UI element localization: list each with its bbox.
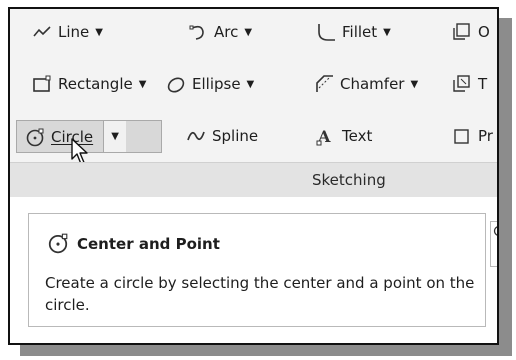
chamfer-tool-button[interactable]: Chamfer ▼ xyxy=(314,69,418,99)
project-label: Pr xyxy=(478,127,493,145)
text-tool-button[interactable]: A Text xyxy=(316,121,372,151)
rectangle-icon xyxy=(33,75,51,92)
chevron-down-icon: ▼ xyxy=(244,26,253,38)
trim-icon xyxy=(453,75,470,92)
chevron-down-icon: ▼ xyxy=(410,78,419,90)
text-icon: A xyxy=(316,127,331,146)
circle-icon xyxy=(48,233,68,254)
offset-icon xyxy=(453,23,470,40)
zoom-control-fragment[interactable] xyxy=(490,221,497,267)
panel-title-bar[interactable]: Sketching xyxy=(10,162,497,197)
panel-title: Sketching xyxy=(312,171,386,189)
ellipse-tool-button[interactable]: Ellipse ▼ xyxy=(166,69,254,99)
spline-label: Spline xyxy=(212,127,259,145)
screenshot-frame: Line ▼ Arc ▼ Fillet ▼ O Rectangle ▼ Elli… xyxy=(8,7,499,345)
spline-tool-button[interactable]: Spline xyxy=(186,121,258,151)
line-tool-button[interactable]: Line ▼ xyxy=(32,17,103,47)
tooltip-title: Center and Point xyxy=(77,235,220,253)
rectangle-tool-button[interactable]: Rectangle ▼ xyxy=(32,69,146,99)
text-label: Text xyxy=(342,127,373,145)
chevron-down-icon: ▼ xyxy=(138,78,147,90)
tooltip-description: Create a circle by selecting the center … xyxy=(45,274,475,314)
arc-label: Arc xyxy=(214,23,239,41)
chamfer-label: Chamfer xyxy=(340,75,405,93)
chevron-down-icon: ▼ xyxy=(246,78,255,90)
ellipse-icon xyxy=(167,77,185,93)
circle-icon xyxy=(26,128,44,146)
fillet-icon xyxy=(318,24,335,41)
project-icon xyxy=(454,129,469,144)
arc-tool-button[interactable]: Arc ▼ xyxy=(188,17,252,47)
line-icon xyxy=(33,26,51,37)
line-label: Line xyxy=(58,23,90,41)
tooltip-card: Center and Point Create a circle by sele… xyxy=(28,213,486,327)
trim-tool-button[interactable]: T xyxy=(452,69,487,99)
zoom-icon xyxy=(493,226,497,236)
chevron-down-icon: ▼ xyxy=(383,26,391,38)
chevron-down-icon: ▼ xyxy=(95,26,103,38)
project-tool-button[interactable]: Pr xyxy=(452,121,493,151)
chevron-down-icon: ▼ xyxy=(111,131,119,142)
ellipse-label: Ellipse xyxy=(192,75,241,93)
fillet-label: Fillet xyxy=(342,23,378,41)
sketching-ribbon-panel: Line ▼ Arc ▼ Fillet ▼ O Rectangle ▼ Elli… xyxy=(10,9,497,197)
offset-tool-button[interactable]: O xyxy=(452,17,490,47)
fillet-tool-button[interactable]: Fillet ▼ xyxy=(316,17,391,47)
offset-label: O xyxy=(478,23,490,41)
rectangle-label: Rectangle xyxy=(58,75,133,93)
spline-icon xyxy=(187,131,205,141)
trim-label: T xyxy=(478,75,488,93)
arc-icon xyxy=(189,25,204,40)
circle-dropdown-arrow[interactable]: ▼ xyxy=(103,121,127,152)
chamfer-icon xyxy=(316,75,333,92)
